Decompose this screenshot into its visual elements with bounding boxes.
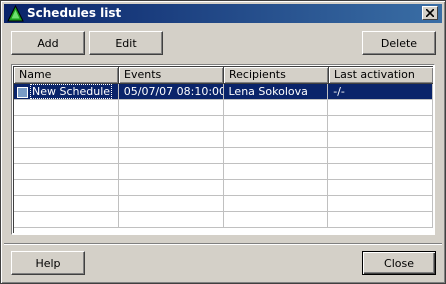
empty-row bbox=[14, 196, 433, 212]
column-header-recipients[interactable]: Recipients bbox=[224, 67, 329, 84]
close-window-button[interactable] bbox=[422, 6, 438, 20]
cell-recipients bbox=[223, 196, 329, 212]
cell-last-activation bbox=[328, 148, 433, 164]
cell-recipients bbox=[223, 148, 329, 164]
cell-name bbox=[14, 100, 119, 116]
schedule-name: New Schedule bbox=[30, 84, 113, 99]
schedules-list-window: Schedules list Add Edit Delete Name Even… bbox=[0, 0, 446, 284]
cell-last-activation bbox=[328, 116, 433, 132]
cell-recipients bbox=[223, 212, 329, 228]
schedule-icon bbox=[17, 86, 28, 98]
cell-recipients bbox=[223, 132, 329, 148]
empty-row bbox=[14, 148, 433, 164]
close-button[interactable]: Close bbox=[362, 251, 436, 275]
cell-name bbox=[14, 180, 119, 196]
cell-events bbox=[118, 116, 224, 132]
cell-last-activation bbox=[328, 100, 433, 116]
schedules-table[interactable]: Name Events Recipients Last activation N… bbox=[11, 64, 435, 235]
empty-row bbox=[14, 212, 433, 228]
cell-events bbox=[118, 180, 224, 196]
cell-last-activation bbox=[328, 180, 433, 196]
title-bar[interactable]: Schedules list bbox=[4, 4, 442, 23]
cell-name bbox=[14, 116, 119, 132]
empty-row bbox=[14, 180, 433, 196]
add-button[interactable]: Add bbox=[11, 31, 85, 55]
table-body: New Schedule 05/07/07 08:10:00 Lena Sokolo… bbox=[14, 84, 433, 233]
cell-events bbox=[118, 148, 224, 164]
cell-events bbox=[118, 212, 224, 228]
cell-events bbox=[118, 100, 224, 116]
cell-last-activation bbox=[328, 164, 433, 180]
cell-recipients bbox=[223, 180, 329, 196]
edit-button[interactable]: Edit bbox=[89, 31, 163, 55]
cell-events bbox=[118, 132, 224, 148]
table-row[interactable]: New Schedule 05/07/07 08:10:00 Lena Sokolo… bbox=[14, 84, 433, 100]
cell-name bbox=[14, 196, 119, 212]
cell-events bbox=[118, 164, 224, 180]
close-icon bbox=[426, 9, 434, 17]
cell-last-activation bbox=[328, 196, 433, 212]
column-header-last-activation[interactable]: Last activation bbox=[329, 67, 433, 84]
cell-recipients bbox=[223, 116, 329, 132]
table-header: Name Events Recipients Last activation bbox=[14, 67, 433, 84]
empty-row bbox=[14, 132, 433, 148]
cell-recipients bbox=[223, 100, 329, 116]
empty-row bbox=[14, 164, 433, 180]
cell-name bbox=[14, 148, 119, 164]
empty-row bbox=[14, 100, 433, 116]
cell-name bbox=[14, 212, 119, 228]
cell-name: New Schedule bbox=[14, 84, 119, 100]
column-header-events[interactable]: Events bbox=[119, 67, 224, 84]
cell-name bbox=[14, 164, 119, 180]
cell-recipients: Lena Sokolova bbox=[223, 84, 329, 100]
cell-last-activation bbox=[328, 132, 433, 148]
green-triangle-icon bbox=[7, 5, 24, 22]
empty-row bbox=[14, 116, 433, 132]
help-button[interactable]: Help bbox=[11, 251, 85, 275]
delete-button[interactable]: Delete bbox=[362, 31, 436, 55]
cell-events bbox=[118, 196, 224, 212]
window-title: Schedules list bbox=[27, 6, 122, 20]
cell-recipients bbox=[223, 164, 329, 180]
cell-name bbox=[14, 132, 119, 148]
cell-last-activation bbox=[328, 212, 433, 228]
column-header-name[interactable]: Name bbox=[14, 67, 119, 84]
footer-separator bbox=[4, 243, 442, 245]
cell-last-activation: -/- bbox=[328, 84, 433, 100]
cell-events: 05/07/07 08:10:00 bbox=[118, 84, 224, 100]
